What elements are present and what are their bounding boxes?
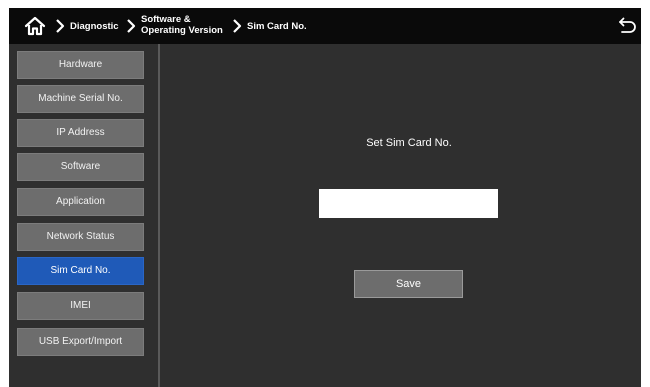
app-window: Diagnostic Software & Operating Version … [9, 8, 641, 387]
sidebar: Hardware Machine Serial No. IP Address S… [9, 44, 158, 387]
sim-card-number-input[interactable] [319, 189, 498, 218]
back-button[interactable] [617, 16, 637, 36]
screen: Diagnostic Software & Operating Version … [0, 0, 650, 387]
sidebar-item-imei[interactable]: IMEI [17, 292, 144, 320]
chevron-right-icon [56, 19, 65, 33]
sidebar-item-application[interactable]: Application [17, 188, 144, 216]
breadcrumb-line-1: Software & [141, 14, 191, 25]
breadcrumb-line-2: Operating Version [141, 25, 223, 36]
sidebar-item-network-status[interactable]: Network Status [17, 223, 144, 251]
chevron-right-icon [127, 19, 136, 33]
sidebar-item-sim-card-no[interactable]: Sim Card No. [17, 257, 144, 285]
header-bar: Diagnostic Software & Operating Version … [9, 8, 641, 44]
save-button[interactable]: Save [354, 270, 463, 298]
sidebar-divider [158, 44, 160, 387]
sidebar-item-machine-serial-no[interactable]: Machine Serial No. [17, 85, 144, 113]
page-title: Set Sim Card No. [366, 137, 452, 149]
sidebar-item-usb-export-import[interactable]: USB Export/Import [17, 328, 144, 356]
undo-arrow-icon [619, 17, 636, 33]
sidebar-item-hardware[interactable]: Hardware [17, 51, 144, 79]
breadcrumb-software-operating-version[interactable]: Software & Operating Version [141, 14, 223, 36]
home-button[interactable] [24, 15, 46, 37]
sidebar-item-software[interactable]: Software [17, 153, 144, 181]
breadcrumb-diagnostic[interactable]: Diagnostic [70, 21, 119, 32]
chevron-right-icon [233, 19, 242, 33]
sidebar-item-ip-address[interactable]: IP Address [17, 119, 144, 147]
breadcrumb-sim-card-no: Sim Card No. [247, 21, 307, 32]
home-icon [24, 16, 46, 36]
